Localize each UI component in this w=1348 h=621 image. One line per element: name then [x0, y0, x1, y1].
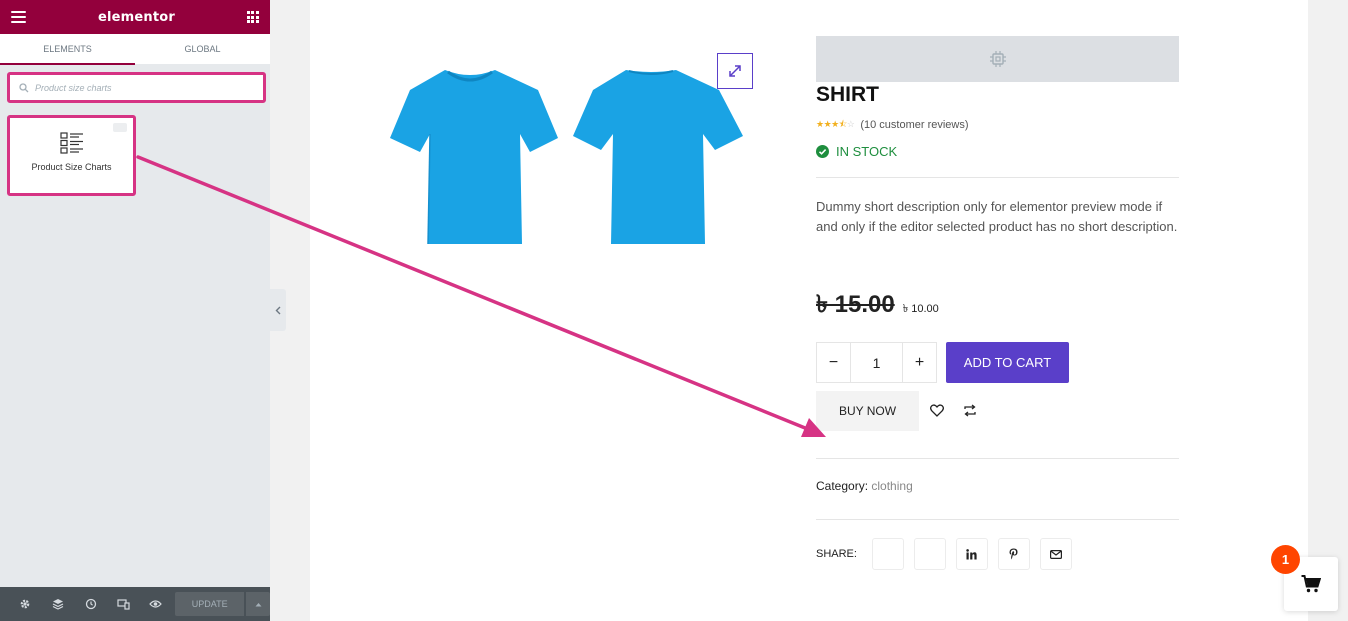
wishlist-heart-icon[interactable]: [930, 404, 944, 422]
widget-label: Product Size Charts: [31, 162, 112, 172]
preview-canvas: SHIRT ★★★⯪☆ (10 customer reviews) IN STO…: [310, 0, 1308, 621]
history-icon[interactable]: [74, 598, 107, 610]
sale-price: ৳ 10.00: [902, 303, 939, 315]
panel-tabs: ELEMENTS GLOBAL: [0, 34, 270, 65]
chevron-left-icon: [275, 306, 281, 314]
twitter-icon[interactable]: [913, 538, 946, 570]
update-options-button[interactable]: [246, 592, 271, 616]
reviews-link[interactable]: (10 customer reviews): [860, 119, 968, 131]
image-zoom-button[interactable]: [717, 53, 753, 89]
share-bar: SHARE:: [816, 538, 1082, 570]
category-link[interactable]: clothing: [871, 479, 912, 493]
divider: [816, 177, 1179, 178]
email-icon[interactable]: [1039, 538, 1072, 570]
check-circle-icon: [816, 145, 829, 158]
widget-search-input[interactable]: [35, 82, 235, 93]
pinterest-icon[interactable]: [997, 538, 1030, 570]
product-rating: ★★★⯪☆ (10 customer reviews): [816, 117, 1179, 133]
update-button[interactable]: UPDATE: [175, 592, 245, 616]
divider: [816, 458, 1179, 459]
elementor-logo: elementor: [97, 9, 176, 25]
expand-icon: [729, 65, 741, 77]
navigator-icon[interactable]: [42, 598, 75, 610]
divider: [816, 519, 1179, 520]
category-label: Category:: [816, 479, 869, 493]
tab-global[interactable]: GLOBAL: [135, 34, 270, 65]
buy-now-button[interactable]: BUY NOW: [816, 391, 919, 431]
panel-footer: UPDATE: [0, 587, 271, 621]
linkedin-icon[interactable]: [955, 538, 988, 570]
old-price: ৳ 15.00: [816, 291, 895, 318]
stock-status: IN STOCK: [816, 144, 1179, 159]
caret-up-icon: [255, 602, 262, 606]
preview-eye-icon[interactable]: [140, 599, 173, 609]
size-chart-icon: [59, 132, 83, 154]
panel-header: elementor: [0, 0, 270, 34]
widget-product-size-charts[interactable]: Product Size Charts: [7, 115, 136, 196]
search-icon: [19, 82, 29, 92]
quantity-decrease-button[interactable]: −: [817, 343, 850, 382]
chip-icon: [989, 51, 1006, 67]
product-image: [390, 70, 743, 245]
tab-elements[interactable]: ELEMENTS: [0, 34, 135, 65]
panel-collapse-toggle[interactable]: [270, 289, 286, 331]
shirt-back-image: [573, 70, 743, 244]
responsive-icon[interactable]: [107, 598, 140, 610]
product-price: ৳ 15.00 ৳ 10.00: [816, 286, 1179, 326]
cart-icon: [1301, 575, 1321, 593]
settings-icon[interactable]: [9, 598, 42, 610]
widget-search-box: [7, 72, 266, 103]
quantity-increase-button[interactable]: +: [903, 343, 936, 382]
facebook-icon[interactable]: [871, 538, 904, 570]
quantity-input[interactable]: [850, 343, 903, 382]
share-label: SHARE:: [816, 548, 857, 560]
shirt-front-image: [390, 70, 558, 245]
size-chart-placeholder[interactable]: [816, 36, 1179, 82]
product-category: Category: clothing: [816, 479, 1179, 493]
quantity-stepper: − +: [816, 342, 937, 383]
rating-stars: ★★★⯪☆: [816, 119, 855, 129]
elementor-panel: elementor ELEMENTS GLOBAL Product Size C…: [0, 0, 271, 621]
cart-count-badge: 1: [1271, 545, 1300, 574]
menu-icon[interactable]: [11, 11, 26, 23]
widgets-grid-icon[interactable]: [246, 11, 259, 23]
add-to-cart-button[interactable]: ADD TO CART: [946, 342, 1069, 383]
pro-badge: [113, 123, 127, 132]
compare-icon[interactable]: [963, 404, 977, 422]
product-title: SHIRT: [816, 83, 879, 106]
stock-label: IN STOCK: [836, 144, 898, 159]
product-description: Dummy short description only for element…: [816, 199, 1178, 234]
